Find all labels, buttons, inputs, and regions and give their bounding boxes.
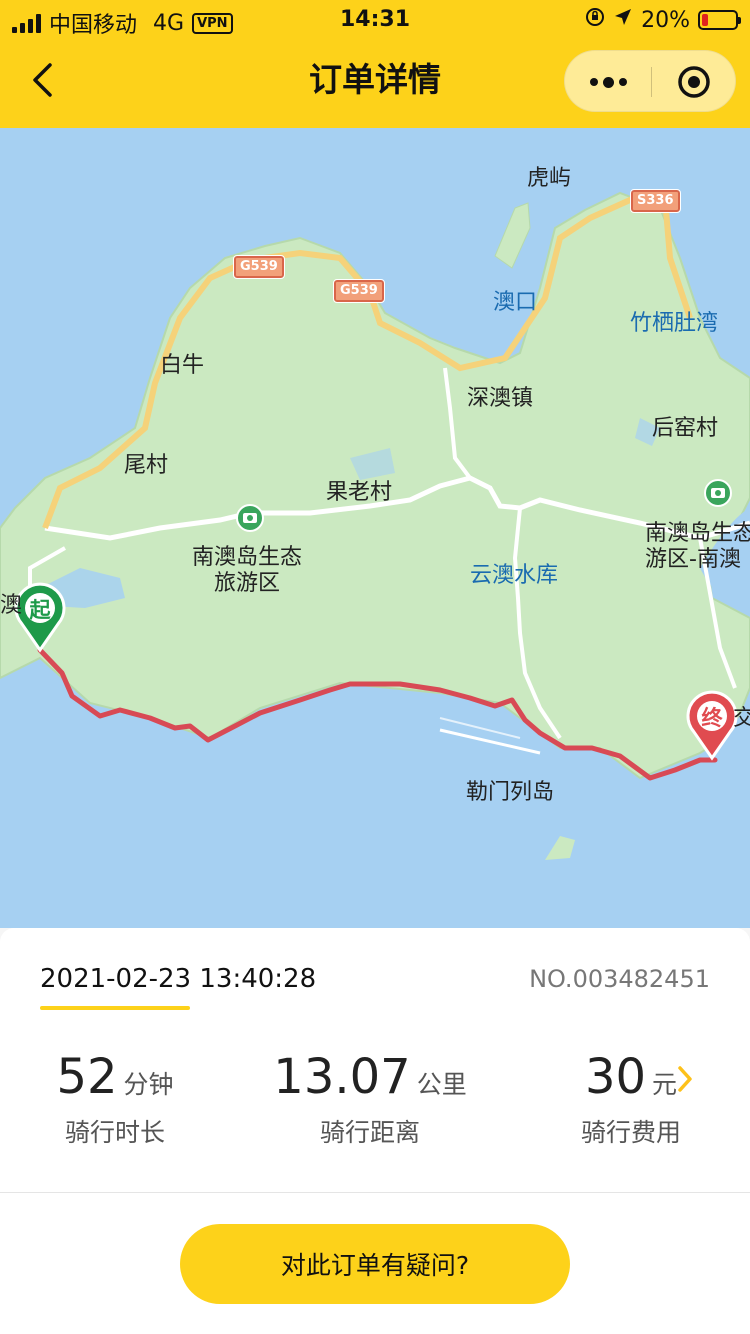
map-label-scenic-east: 南澳岛生态 游区-南澳 xyxy=(645,521,750,572)
map-label-guolao-village: 果老村 xyxy=(326,480,393,505)
camera-poi-icon[interactable] xyxy=(704,479,732,507)
road-shield-s336: S336 xyxy=(630,189,681,213)
duration-value: 52 xyxy=(56,1049,118,1105)
order-summary-card: 2021-02-23 13:40:28 NO.003482451 52 分钟 骑行… xyxy=(0,928,750,1334)
more-button[interactable] xyxy=(565,51,651,113)
map-label-houyao-village: 后窑村 xyxy=(652,416,719,441)
svg-text:终: 终 xyxy=(702,706,724,730)
more-dot-icon xyxy=(589,78,598,86)
order-question-button[interactable]: 对此订单有疑问? xyxy=(180,1224,570,1304)
duration-unit: 分钟 xyxy=(123,1070,174,1099)
map-canvas: 起 终 xyxy=(0,191,750,860)
fee-value: 30 xyxy=(584,1049,647,1105)
map-label-scenic-west: 南澳岛生态 旅游区 xyxy=(192,545,303,596)
map-label-lemen-islands: 勒门列岛 xyxy=(466,780,555,805)
map-label-yunao-reservoir: 云澳水库 xyxy=(470,563,559,588)
map-label-edge-right: 交 xyxy=(733,706,750,731)
miniprogram-capsule xyxy=(564,50,736,112)
rotation-lock-icon xyxy=(585,7,605,33)
map-label-bainiu: 白牛 xyxy=(160,353,205,378)
stat-duration: 52 分钟 骑行时长 xyxy=(40,1048,190,1148)
more-dot-icon xyxy=(602,76,614,88)
target-close-icon xyxy=(678,66,710,98)
fee-label: 骑行费用 xyxy=(580,1118,681,1147)
distance-unit: 公里 xyxy=(416,1070,467,1099)
header-bar: 中国移动 4G VPN 14:31 20% 订单详情 xyxy=(0,0,750,128)
battery-icon xyxy=(698,10,741,30)
stat-fee[interactable]: 30 元 骑行费用 xyxy=(556,1048,706,1148)
order-datetime: 2021-02-23 13:40:28 xyxy=(40,964,317,994)
card-divider xyxy=(0,1192,750,1193)
route-map[interactable]: 起 终 G539 G539 S336 虎屿 澳口 竹栖肚湾 白牛 深澳镇 后窑村… xyxy=(0,128,750,928)
svg-text:起: 起 xyxy=(29,598,52,622)
datetime-underline xyxy=(40,1006,190,1010)
status-bar: 中国移动 4G VPN 14:31 20% xyxy=(0,0,750,40)
stat-distance: 13.07 公里 骑行距离 xyxy=(265,1048,475,1148)
road-shield-g539: G539 xyxy=(333,279,385,303)
map-label-huyu: 虎屿 xyxy=(527,166,572,191)
map-label-edge-left: 澳 xyxy=(0,593,23,618)
close-miniprogram-button[interactable] xyxy=(651,51,737,113)
more-dot-icon xyxy=(618,78,627,86)
order-number: NO.003482451 xyxy=(529,965,710,993)
map-label-weicun: 尾村 xyxy=(124,453,169,478)
map-label-aokou: 澳口 xyxy=(493,290,538,315)
location-arrow-icon xyxy=(613,7,633,33)
map-label-shenao-town: 深澳镇 xyxy=(467,386,534,411)
map-label-zhuqidu-bay: 竹栖肚湾 xyxy=(630,311,719,336)
road-shield-g539: G539 xyxy=(233,255,285,279)
distance-value: 13.07 xyxy=(273,1049,411,1105)
distance-label: 骑行距离 xyxy=(319,1118,420,1147)
camera-poi-icon[interactable] xyxy=(236,504,264,532)
duration-label: 骑行时长 xyxy=(64,1118,165,1147)
battery-percent: 20% xyxy=(641,7,690,33)
fee-detail-chevron-icon[interactable] xyxy=(676,1064,694,1098)
fee-unit: 元 xyxy=(652,1070,678,1099)
